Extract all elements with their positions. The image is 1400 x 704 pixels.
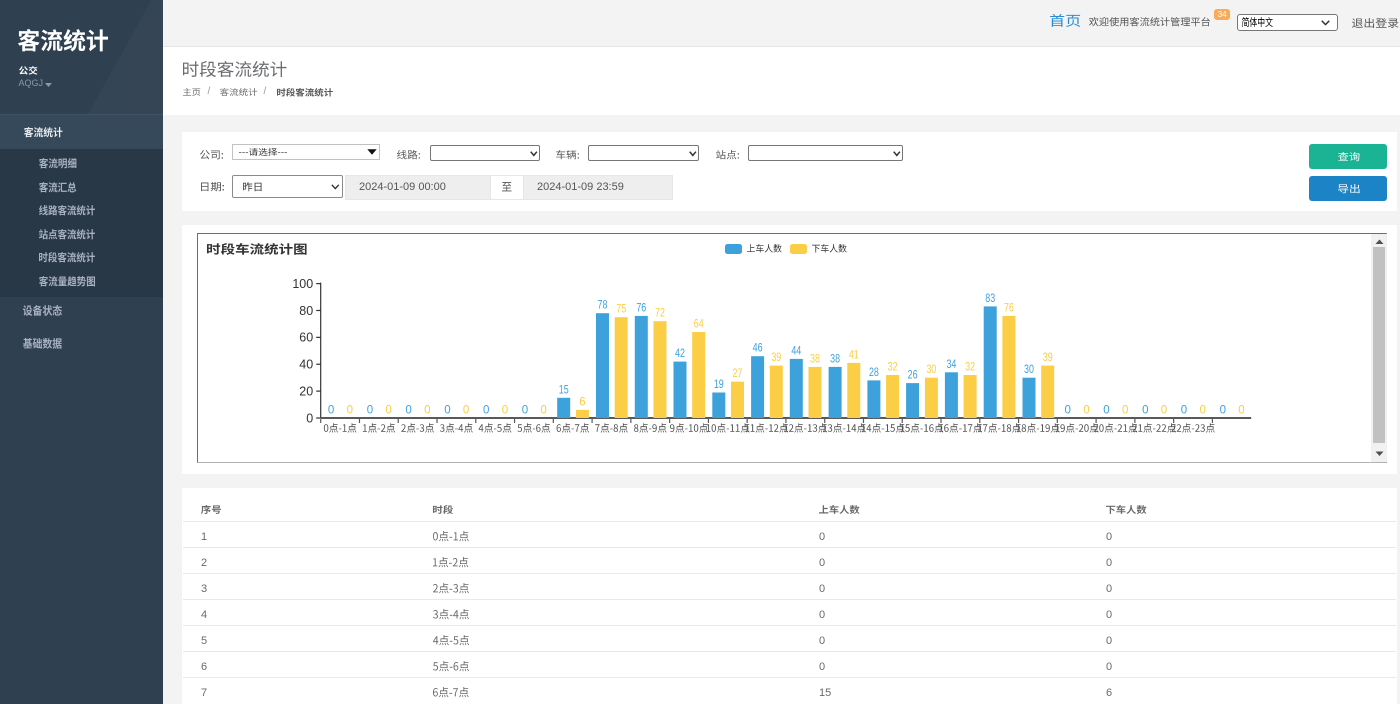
svg-text:0: 0 bbox=[1064, 405, 1070, 417]
svg-text:34: 34 bbox=[946, 359, 956, 371]
svg-text:30: 30 bbox=[1024, 364, 1034, 376]
svg-text:78: 78 bbox=[598, 300, 608, 312]
svg-text:60: 60 bbox=[299, 331, 313, 345]
svg-text:0: 0 bbox=[540, 405, 546, 417]
svg-text:0: 0 bbox=[385, 405, 391, 417]
svg-text:0: 0 bbox=[367, 405, 373, 417]
svg-text:0: 0 bbox=[1161, 405, 1167, 417]
svg-text:41: 41 bbox=[849, 349, 859, 361]
svg-text:0: 0 bbox=[405, 405, 411, 417]
svg-text:76: 76 bbox=[1004, 302, 1014, 314]
svg-text:28: 28 bbox=[869, 367, 879, 379]
svg-text:83: 83 bbox=[985, 293, 995, 305]
svg-text:100: 100 bbox=[292, 277, 313, 291]
svg-text:0: 0 bbox=[306, 411, 313, 425]
svg-text:0: 0 bbox=[502, 405, 508, 417]
svg-text:38: 38 bbox=[830, 353, 840, 365]
svg-text:42: 42 bbox=[675, 348, 685, 360]
svg-text:15: 15 bbox=[559, 384, 569, 396]
svg-text:38: 38 bbox=[810, 353, 820, 365]
svg-text:19: 19 bbox=[714, 379, 724, 391]
svg-text:0: 0 bbox=[424, 405, 430, 417]
svg-text:0: 0 bbox=[1199, 405, 1205, 417]
svg-text:32: 32 bbox=[965, 362, 975, 374]
svg-text:46: 46 bbox=[753, 343, 763, 355]
svg-text:0: 0 bbox=[328, 405, 334, 417]
svg-text:0: 0 bbox=[1103, 405, 1109, 417]
svg-text:39: 39 bbox=[771, 352, 781, 364]
svg-text:0: 0 bbox=[347, 405, 353, 417]
svg-text:32: 32 bbox=[888, 362, 898, 374]
svg-text:20: 20 bbox=[299, 384, 313, 398]
svg-text:76: 76 bbox=[636, 302, 646, 314]
svg-text:0: 0 bbox=[1181, 405, 1187, 417]
svg-text:27: 27 bbox=[733, 368, 743, 380]
svg-text:0: 0 bbox=[463, 405, 469, 417]
svg-text:0: 0 bbox=[1220, 405, 1226, 417]
svg-text:6: 6 bbox=[579, 396, 585, 408]
svg-text:75: 75 bbox=[616, 304, 626, 316]
svg-text:40: 40 bbox=[299, 358, 313, 372]
svg-text:0: 0 bbox=[483, 405, 489, 417]
svg-text:0: 0 bbox=[1142, 405, 1148, 417]
svg-text:80: 80 bbox=[299, 304, 313, 318]
svg-text:0: 0 bbox=[444, 405, 450, 417]
svg-text:30: 30 bbox=[926, 364, 936, 376]
svg-text:26: 26 bbox=[908, 370, 918, 382]
svg-text:0: 0 bbox=[522, 405, 528, 417]
svg-text:0: 0 bbox=[1238, 405, 1244, 417]
svg-text:64: 64 bbox=[694, 319, 704, 331]
svg-text:39: 39 bbox=[1043, 352, 1053, 364]
svg-text:0: 0 bbox=[1122, 405, 1128, 417]
svg-text:0: 0 bbox=[1083, 405, 1089, 417]
svg-text:72: 72 bbox=[655, 308, 665, 320]
svg-text:44: 44 bbox=[791, 345, 801, 357]
